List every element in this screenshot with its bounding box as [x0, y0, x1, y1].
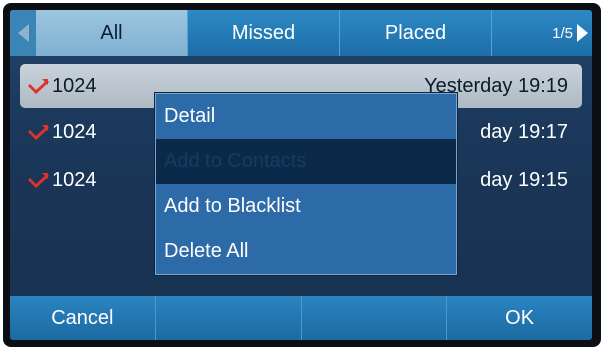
tab-page-next-button[interactable]: 1/5 — [491, 10, 592, 56]
missed-call-icon — [28, 125, 49, 140]
tab-scroll-left-button[interactable] — [10, 10, 36, 56]
arrow-right-icon — [577, 24, 588, 42]
tab-missed[interactable]: Missed — [187, 10, 339, 56]
tab-placed[interactable]: Placed — [339, 10, 491, 56]
softkey-2[interactable] — [154, 296, 301, 340]
ok-softkey[interactable]: OK — [446, 296, 592, 340]
page-indicator: 1/5 — [552, 24, 573, 42]
softkey-bar: Cancel OK — [10, 296, 592, 340]
menu-item-add-to-contacts[interactable]: Add to Contacts — [156, 139, 456, 184]
tab-bar: All Missed Placed 1/5 — [10, 10, 592, 56]
call-time: day 19:17 — [480, 120, 568, 143]
option-menu: Detail Add to Contacts Add to Blacklist … — [155, 93, 457, 275]
tab-all[interactable]: All — [36, 10, 187, 56]
missed-call-icon — [28, 173, 49, 188]
arrow-left-icon — [17, 24, 29, 42]
softkey-3[interactable] — [300, 296, 447, 340]
menu-item-detail[interactable]: Detail — [156, 94, 456, 139]
cancel-softkey[interactable]: Cancel — [10, 296, 155, 340]
menu-item-delete-all[interactable]: Delete All — [156, 229, 456, 274]
missed-call-icon — [28, 79, 49, 94]
call-time: day 19:15 — [480, 168, 568, 191]
menu-item-add-to-blacklist[interactable]: Add to Blacklist — [156, 184, 456, 229]
phone-screen: All Missed Placed 1/5 1024 Yesterday 19:… — [10, 10, 592, 340]
